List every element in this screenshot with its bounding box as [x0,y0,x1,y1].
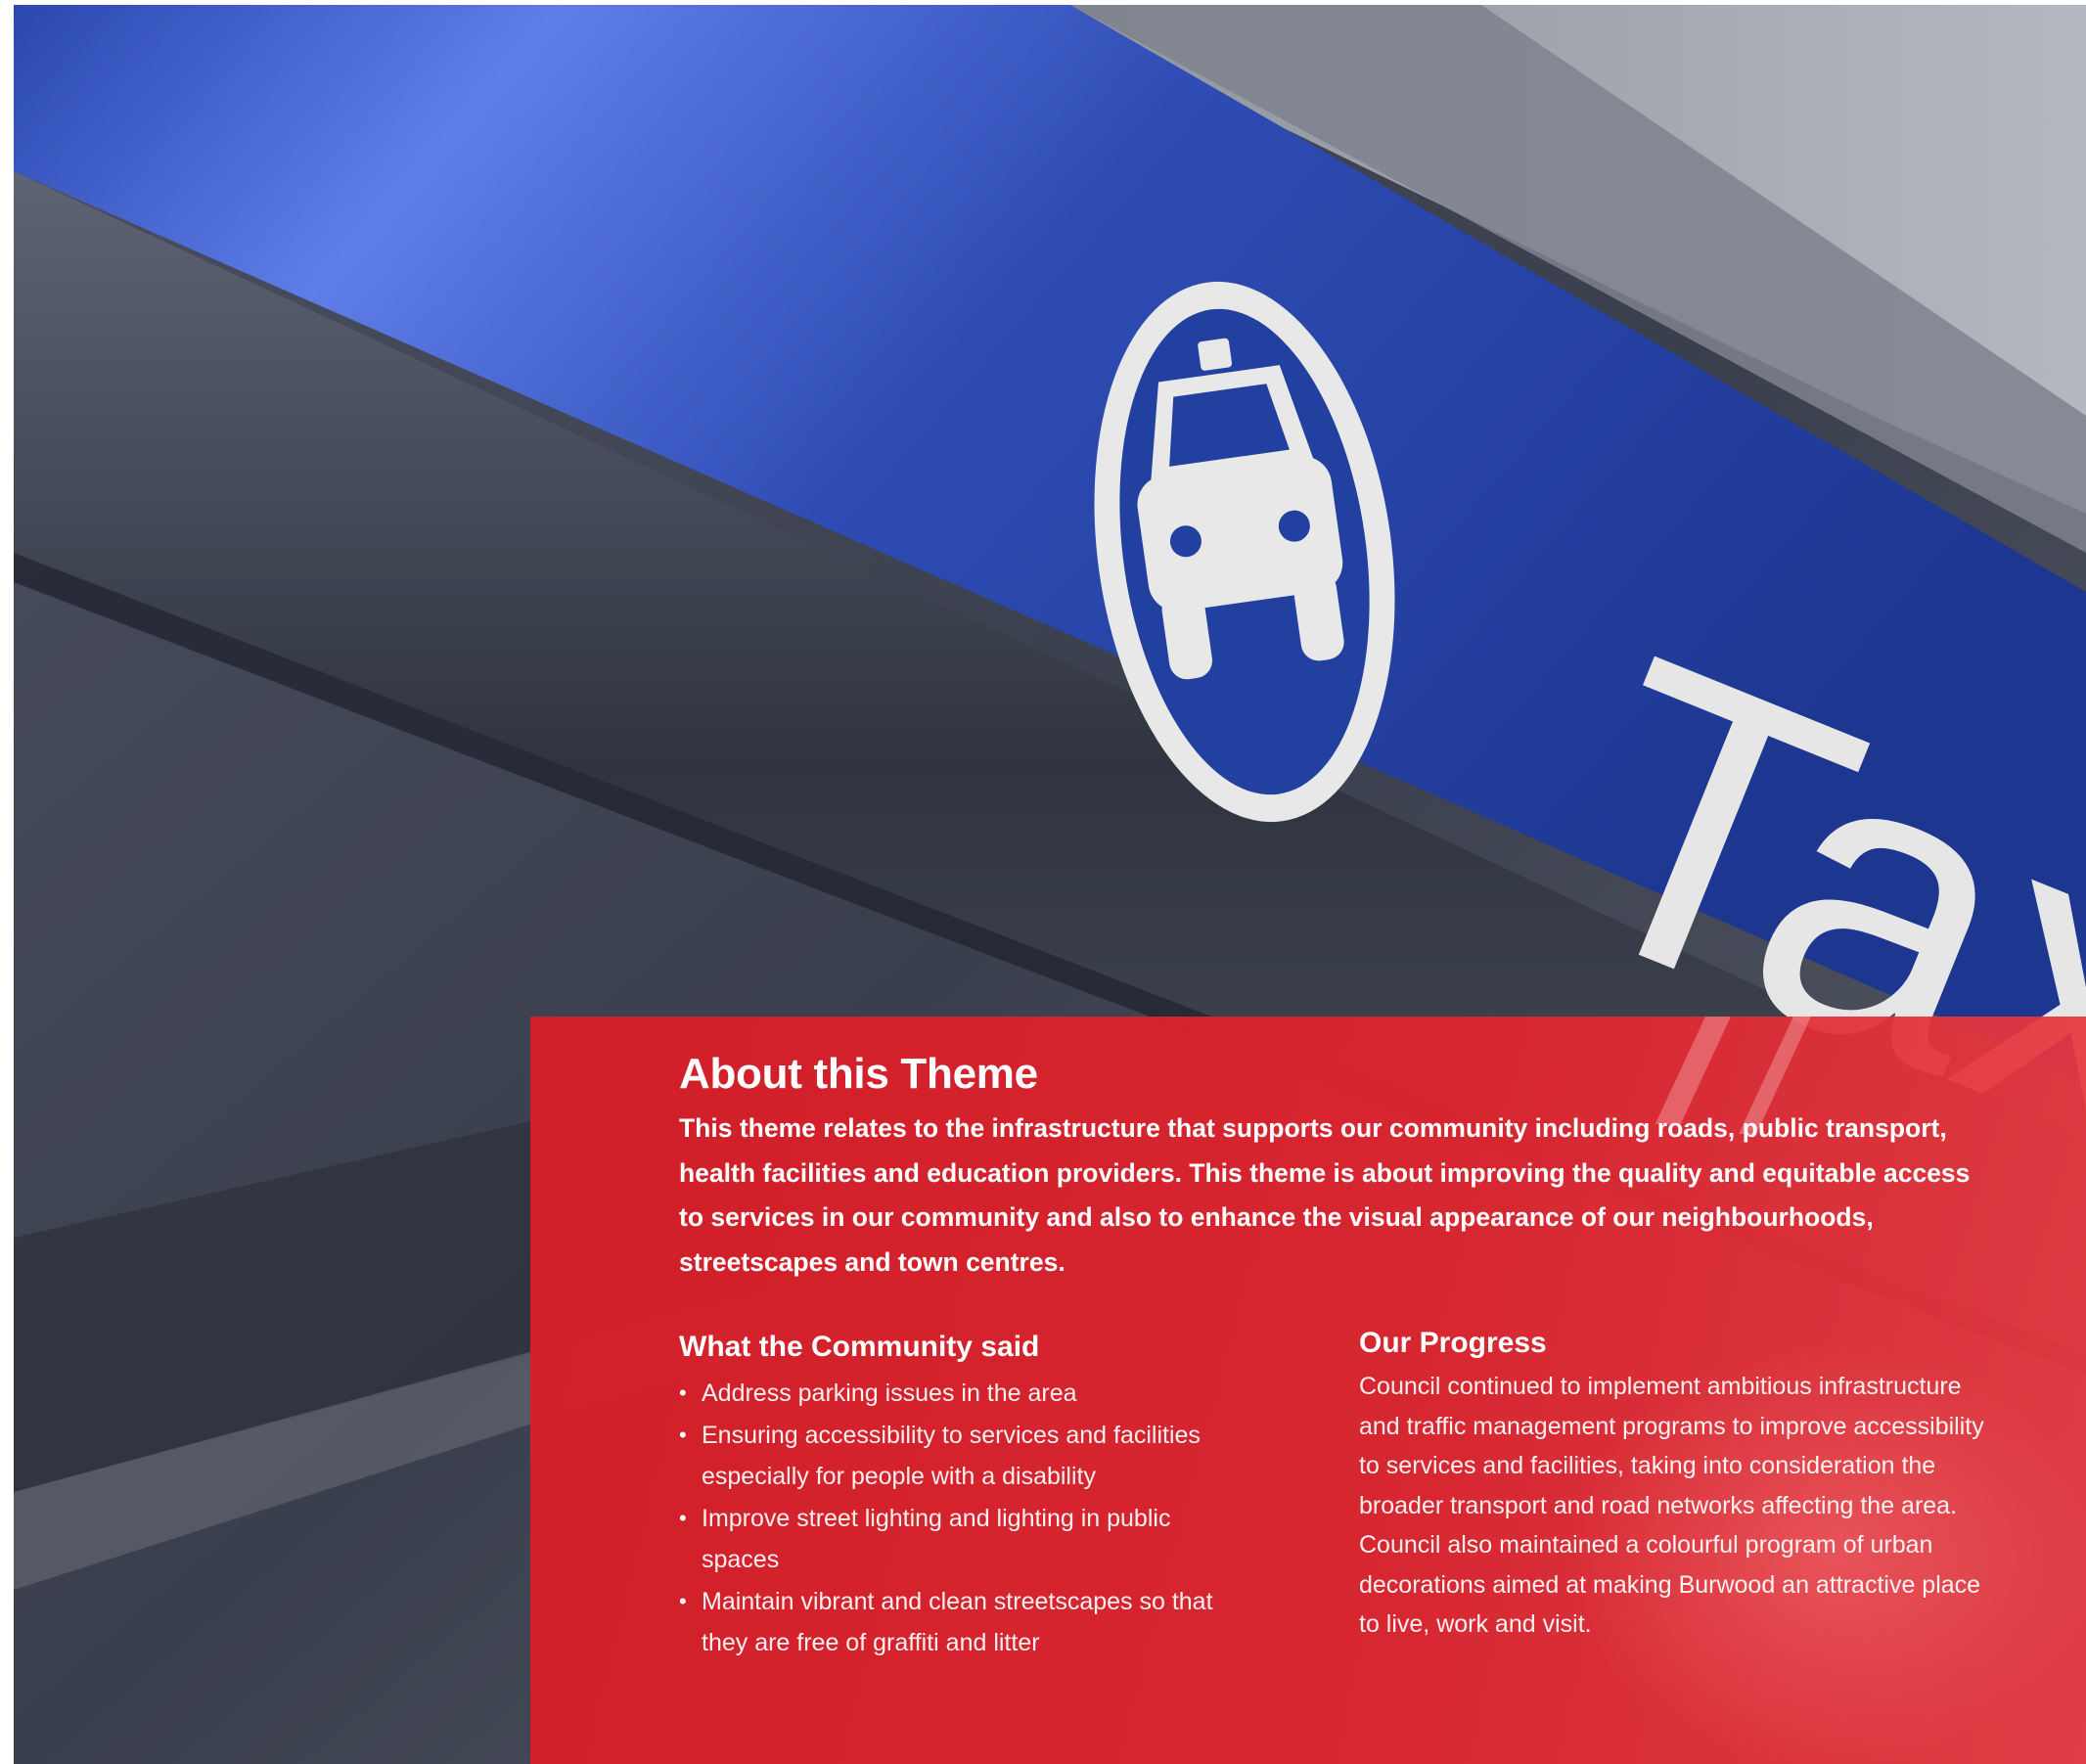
list-item-text: Maintain vibrant and clean streetscapes … [702,1587,1213,1657]
page: Taxi About this Theme This theme relates… [14,5,2086,1764]
list-item: • Improve street lighting and lighting in… [679,1498,1227,1581]
progress-section: Our Progress Council continued to implem… [1359,1324,1985,1645]
progress-text: Council continued to implement ambitious… [1359,1373,1984,1638]
list-item-text: Address parking issues in the area [702,1380,1077,1407]
list-item-text: Improve street lighting and lighting in … [702,1504,1171,1574]
bullet-icon: • [679,1422,687,1447]
community-section: What the Community said • Address parking… [679,1328,1227,1664]
list-item: • Maintain vibrant and clean streetscapes… [679,1581,1227,1664]
theme-panel: About this Theme This theme relates to t… [530,1017,2086,1764]
community-list: • Address parking issues in the area • Ens… [679,1373,1227,1664]
list-item: • Address parking issues in the area [679,1373,1227,1415]
progress-heading: Our Progress [1359,1327,1547,1359]
community-heading: What the Community said [679,1331,1040,1363]
theme-intro: This theme relates to the infrastructure… [679,1113,1971,1277]
bullet-icon: • [679,1505,687,1530]
list-item: • Ensuring accessibility to services and … [679,1415,1227,1498]
theme-title: About this Theme [679,1050,1038,1098]
list-item-text: Ensuring accessibility to services and f… [702,1421,1201,1491]
bullet-icon: • [679,1588,687,1613]
bullet-icon: • [679,1380,687,1405]
